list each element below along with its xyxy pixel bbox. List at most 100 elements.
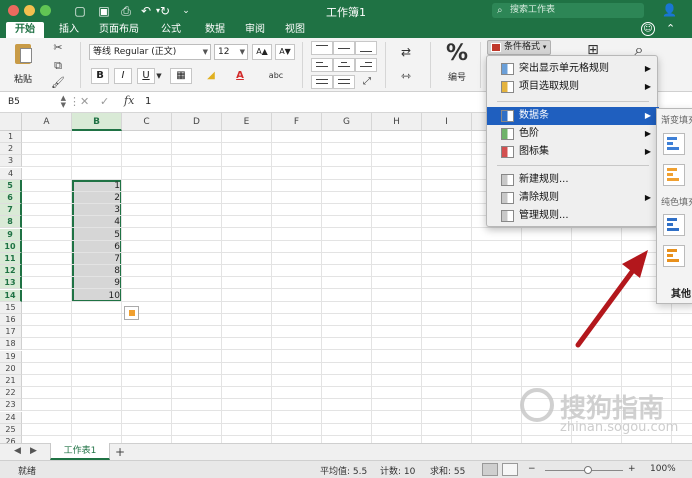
format-painter-icon[interactable]: 🖌 bbox=[50, 76, 66, 90]
decrease-indent-button[interactable] bbox=[311, 75, 333, 89]
name-box-stepper-icon[interactable]: ▲ ▼ bbox=[61, 95, 66, 109]
italic-button[interactable]: I bbox=[114, 68, 132, 84]
borders-button[interactable]: ▦ bbox=[170, 68, 192, 84]
row-header-4[interactable]: 4 bbox=[0, 167, 22, 180]
align-top-button[interactable] bbox=[311, 41, 333, 55]
normal-view-button[interactable] bbox=[482, 463, 498, 476]
next-sheet-icon[interactable]: ▶ bbox=[30, 446, 37, 456]
prev-sheet-icon[interactable]: ◀ bbox=[14, 446, 21, 456]
gradient-blue-data-bar[interactable] bbox=[663, 133, 685, 155]
zoom-out-icon[interactable]: − bbox=[528, 464, 536, 474]
menu-item-highlight-cells-rules[interactable]: 突出显示单元格规则 ▶ bbox=[487, 60, 659, 78]
name-box[interactable]: B5 ▲ ▼ bbox=[4, 95, 66, 110]
align-center-button[interactable] bbox=[333, 58, 355, 72]
column-header-a[interactable]: A bbox=[22, 113, 72, 131]
insert-function-icon[interactable]: fx bbox=[124, 94, 134, 107]
cancel-formula-icon[interactable]: ✕ bbox=[80, 95, 89, 108]
solid-blue-data-bar[interactable] bbox=[663, 214, 685, 236]
orientation-icon[interactable]: ⤢ bbox=[357, 74, 377, 90]
align-middle-button[interactable] bbox=[333, 41, 355, 55]
column-header-b[interactable]: B bbox=[72, 113, 122, 131]
menu-item-color-scales[interactable]: 色阶 ▶ bbox=[487, 125, 659, 143]
conditional-format-button[interactable]: 条件格式 ▾ bbox=[487, 40, 551, 55]
cell-b14[interactable]: 10 bbox=[72, 290, 120, 302]
zoom-in-icon[interactable]: + bbox=[628, 464, 636, 474]
grow-font-button[interactable]: A▲ bbox=[252, 44, 272, 60]
row-header-2[interactable]: 2 bbox=[0, 143, 22, 156]
font-color-button[interactable]: A bbox=[232, 68, 248, 84]
cell-b8[interactable]: 4 bbox=[72, 216, 120, 228]
fill-color-icon[interactable]: ◢ bbox=[202, 68, 220, 84]
row-header-3[interactable]: 3 bbox=[0, 155, 22, 168]
column-header-c[interactable]: C bbox=[122, 113, 172, 131]
select-all-corner[interactable] bbox=[0, 113, 22, 131]
column-header-f[interactable]: F bbox=[272, 113, 322, 131]
cell-b9[interactable]: 5 bbox=[72, 229, 120, 241]
row-header-1[interactable]: 1 bbox=[0, 131, 22, 143]
copy-icon[interactable]: ⧉ bbox=[50, 59, 66, 73]
bold-button[interactable]: B bbox=[91, 68, 109, 84]
row-header-14[interactable]: 14 bbox=[0, 289, 22, 302]
paste-button[interactable]: 粘贴 bbox=[8, 42, 38, 88]
row-header-10[interactable]: 10 bbox=[0, 240, 22, 253]
row-header-24[interactable]: 24 bbox=[0, 411, 22, 424]
gradient-orange-data-bar[interactable] bbox=[663, 164, 685, 186]
row-header-15[interactable]: 15 bbox=[0, 301, 22, 314]
formula-options-icon[interactable]: ⋮ bbox=[69, 95, 80, 108]
wrap-text-icon[interactable]: ⇄ bbox=[396, 44, 416, 60]
underline-button[interactable]: U bbox=[137, 68, 155, 84]
merge-cells-icon[interactable]: ⇿ bbox=[396, 68, 416, 84]
column-header-h[interactable]: H bbox=[372, 113, 422, 131]
tab-data[interactable]: 数据 bbox=[196, 22, 234, 38]
menu-item-new-rule[interactable]: 新建规则... bbox=[487, 171, 659, 189]
zoom-slider-handle[interactable] bbox=[584, 466, 592, 474]
align-bottom-button[interactable] bbox=[355, 41, 377, 55]
row-header-5[interactable]: 5 bbox=[0, 179, 22, 192]
menu-item-clear-rules[interactable]: 清除规则 ▶ bbox=[487, 189, 659, 207]
row-header-9[interactable]: 9 bbox=[0, 228, 22, 241]
row-header-7[interactable]: 7 bbox=[0, 204, 22, 217]
row-header-25[interactable]: 25 bbox=[0, 423, 22, 436]
quick-analysis-icon[interactable] bbox=[124, 306, 139, 320]
cell-b13[interactable]: 9 bbox=[72, 277, 120, 289]
column-header-i[interactable]: I bbox=[422, 113, 472, 131]
tab-review[interactable]: 审阅 bbox=[236, 22, 274, 38]
menu-item-icon-sets[interactable]: 图标集 ▶ bbox=[487, 143, 659, 161]
font-size-dropdown[interactable]: 12 ▼ bbox=[214, 44, 248, 60]
row-header-8[interactable]: 8 bbox=[0, 216, 22, 229]
cell-b11[interactable]: 7 bbox=[72, 253, 120, 265]
row-header-20[interactable]: 20 bbox=[0, 362, 22, 375]
cell-b7[interactable]: 3 bbox=[72, 204, 120, 216]
menu-item-data-bars[interactable]: 数据条 ▶ bbox=[487, 107, 659, 125]
cell-b6[interactable]: 2 bbox=[72, 192, 120, 204]
row-header-17[interactable]: 17 bbox=[0, 326, 22, 339]
tab-home[interactable]: 开始 bbox=[6, 22, 44, 38]
confirm-formula-icon[interactable]: ✓ bbox=[100, 95, 109, 108]
menu-item-manage-rules[interactable]: 管理规则... bbox=[487, 207, 659, 225]
font-name-dropdown[interactable]: 等线 Regular (正文) ▼ bbox=[89, 44, 211, 60]
feedback-smile-icon[interactable]: ☺ bbox=[641, 22, 655, 36]
row-header-22[interactable]: 22 bbox=[0, 387, 22, 400]
cell-b10[interactable]: 6 bbox=[72, 241, 120, 253]
cell-b5[interactable]: 1 bbox=[72, 180, 120, 192]
row-header-23[interactable]: 23 bbox=[0, 399, 22, 412]
search-input[interactable]: ⌕ 搜索工作表 bbox=[492, 3, 644, 18]
tab-insert[interactable]: 插入 bbox=[50, 22, 88, 38]
increase-indent-button[interactable] bbox=[333, 75, 355, 89]
column-header-d[interactable]: D bbox=[172, 113, 222, 131]
row-header-19[interactable]: 19 bbox=[0, 350, 22, 363]
menu-item-top-bottom-rules[interactable]: 项目选取规则 ▶ bbox=[487, 78, 659, 96]
row-header-12[interactable]: 12 bbox=[0, 265, 22, 278]
row-header-18[interactable]: 18 bbox=[0, 338, 22, 351]
underline-dropdown-icon[interactable]: ▼ bbox=[155, 68, 163, 84]
formula-input[interactable]: 1 bbox=[145, 96, 151, 107]
column-header-e[interactable]: E bbox=[222, 113, 272, 131]
number-format-button[interactable]: % 编号 bbox=[440, 42, 474, 84]
row-header-26[interactable]: 26 bbox=[0, 436, 22, 443]
collapse-ribbon-icon[interactable]: ⌃ bbox=[666, 22, 675, 35]
row-header-21[interactable]: 21 bbox=[0, 375, 22, 387]
row-header-16[interactable]: 16 bbox=[0, 314, 22, 326]
tab-formulas[interactable]: 公式 bbox=[152, 22, 190, 38]
cell-b12[interactable]: 8 bbox=[72, 265, 120, 277]
tab-page-layout[interactable]: 页面布局 bbox=[94, 22, 144, 38]
